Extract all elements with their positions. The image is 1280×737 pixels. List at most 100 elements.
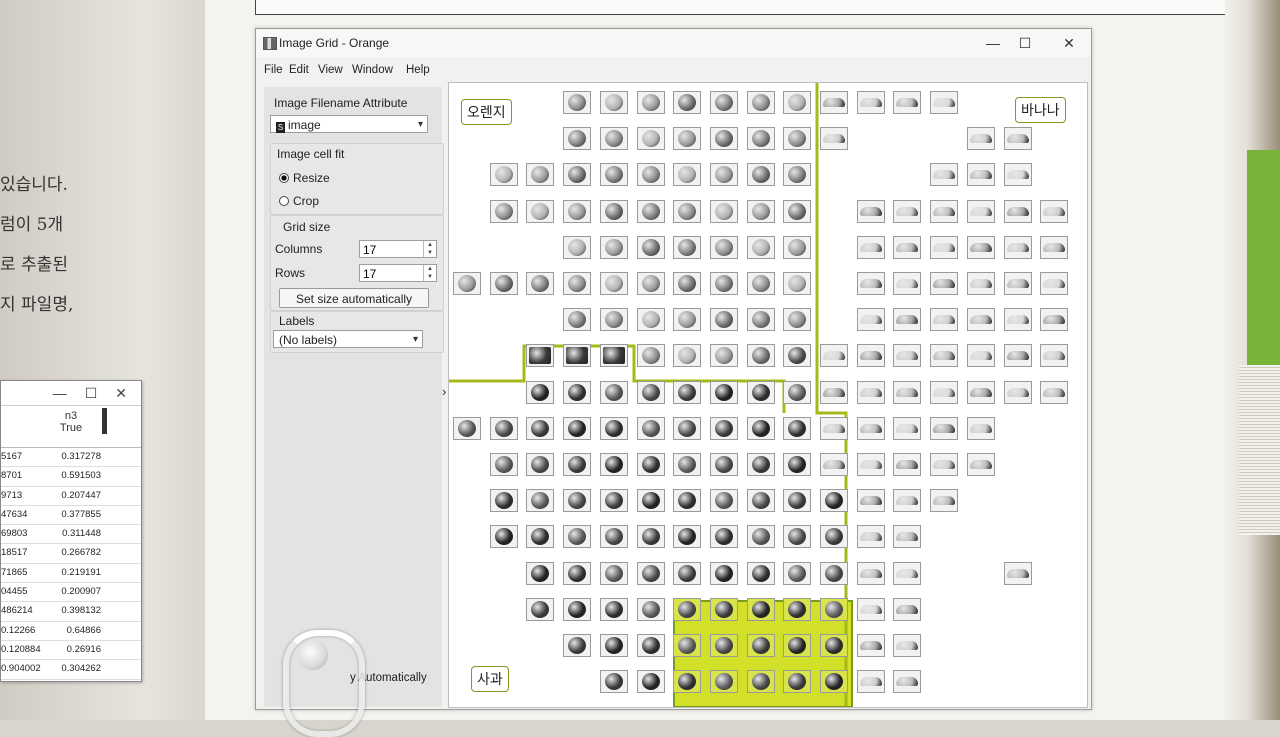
- image-thumbnail-orange[interactable]: [709, 308, 738, 332]
- image-thumbnail-apple[interactable]: [526, 597, 555, 621]
- image-thumbnail-apple[interactable]: [820, 489, 848, 513]
- image-thumbnail-banana[interactable]: [893, 272, 922, 295]
- image-attribute-combo[interactable]: Simage ▾: [270, 115, 428, 133]
- image-thumbnail-apple[interactable]: [453, 416, 481, 440]
- image-thumbnail-orange[interactable]: [599, 199, 628, 223]
- maximize-icon[interactable]: ☐: [85, 385, 98, 402]
- image-thumbnail-banana[interactable]: [930, 416, 959, 440]
- image-thumbnail-banana[interactable]: [856, 670, 885, 694]
- image-thumbnail-apple[interactable]: [599, 489, 628, 513]
- image-thumbnail-apple[interactable]: [709, 561, 738, 585]
- minimize-icon[interactable]: —: [53, 385, 67, 401]
- image-thumbnail-orange[interactable]: [563, 127, 592, 151]
- image-thumbnail-orange[interactable]: [636, 127, 665, 151]
- image-thumbnail-apple[interactable]: [673, 416, 702, 440]
- image-thumbnail-orange[interactable]: [563, 91, 592, 114]
- image-thumbnail-apple[interactable]: [783, 416, 812, 440]
- image-thumbnail-orange[interactable]: [746, 127, 775, 151]
- image-thumbnail-orange[interactable]: [489, 163, 518, 187]
- image-thumbnail-apple[interactable]: [563, 453, 592, 476]
- spin-arrows-icon[interactable]: ▲ ▼: [423, 241, 436, 257]
- image-thumbnail-banana[interactable]: [856, 308, 885, 332]
- image-thumbnail-banana[interactable]: [930, 235, 959, 259]
- image-thumbnail-banana[interactable]: [893, 561, 922, 585]
- image-thumbnail-orange[interactable]: [673, 308, 702, 332]
- image-thumbnail-banana[interactable]: [1003, 380, 1032, 404]
- image-thumbnail-banana[interactable]: [820, 453, 848, 476]
- image-thumbnail-orange[interactable]: [709, 163, 738, 187]
- minimize-button[interactable]: —: [978, 32, 1008, 54]
- image-thumbnail-banana[interactable]: [930, 308, 959, 332]
- image-thumbnail-banana[interactable]: [966, 344, 995, 368]
- spin-arrows-icon[interactable]: ▲ ▼: [423, 265, 436, 281]
- image-thumbnail-banana[interactable]: [820, 344, 848, 368]
- image-thumbnail-banana[interactable]: [966, 453, 995, 476]
- image-thumbnail-apple[interactable]: [636, 597, 665, 621]
- image-thumbnail-banana[interactable]: [966, 127, 995, 151]
- menu-view[interactable]: View: [318, 64, 343, 76]
- image-thumbnail-apple[interactable]: [783, 453, 812, 476]
- image-thumbnail-apple[interactable]: [489, 489, 518, 513]
- image-thumbnail-banana[interactable]: [856, 235, 885, 259]
- image-thumbnail-orange[interactable]: [783, 91, 812, 114]
- image-thumbnail-apple[interactable]: [746, 525, 775, 549]
- image-thumbnail-apple[interactable]: [526, 416, 555, 440]
- image-thumbnail-banana[interactable]: [856, 344, 885, 368]
- image-thumbnail-orange[interactable]: [783, 308, 812, 332]
- image-thumbnail-apple[interactable]: [673, 380, 702, 404]
- image-thumbnail-banana[interactable]: [966, 416, 995, 440]
- image-thumbnail-orange[interactable]: [636, 344, 665, 368]
- image-thumbnail-apple[interactable]: [636, 670, 665, 694]
- image-thumbnail-orange[interactable]: [783, 272, 812, 295]
- image-thumbnail-apple[interactable]: [599, 561, 628, 585]
- image-thumbnail-apple[interactable]: [563, 525, 592, 549]
- image-thumbnail-apple[interactable]: [563, 380, 592, 404]
- image-thumbnail-apple[interactable]: [746, 597, 775, 621]
- image-thumbnail-apple[interactable]: [709, 489, 738, 513]
- image-thumbnail-orange[interactable]: [709, 199, 738, 223]
- image-thumbnail-apple[interactable]: [746, 561, 775, 585]
- image-thumbnail-apple[interactable]: [709, 525, 738, 549]
- image-thumbnail-orange[interactable]: [599, 308, 628, 332]
- image-thumbnail-banana[interactable]: [930, 344, 959, 368]
- image-thumbnail-banana[interactable]: [856, 453, 885, 476]
- image-thumbnail-banana[interactable]: [856, 380, 885, 404]
- image-thumbnail-banana[interactable]: [966, 199, 995, 223]
- image-thumbnail-orange[interactable]: [746, 163, 775, 187]
- image-thumbnail-apple[interactable]: [636, 561, 665, 585]
- image-thumbnail-dark[interactable]: [563, 344, 592, 368]
- image-thumbnail-apple[interactable]: [783, 344, 812, 368]
- image-thumbnail-orange[interactable]: [746, 91, 775, 114]
- image-thumbnail-banana[interactable]: [966, 163, 995, 187]
- image-thumbnail-apple[interactable]: [746, 489, 775, 513]
- image-thumbnail-orange[interactable]: [783, 127, 812, 151]
- image-thumbnail-apple[interactable]: [673, 597, 702, 621]
- image-thumbnail-apple[interactable]: [820, 525, 848, 549]
- image-thumbnail-orange[interactable]: [746, 308, 775, 332]
- image-thumbnail-apple[interactable]: [673, 561, 702, 585]
- image-thumbnail-dark[interactable]: [599, 344, 628, 368]
- image-thumbnail-banana[interactable]: [856, 597, 885, 621]
- image-thumbnail-orange[interactable]: [673, 127, 702, 151]
- image-thumbnail-apple[interactable]: [673, 453, 702, 476]
- image-thumbnail-orange[interactable]: [489, 272, 518, 295]
- image-thumbnail-orange[interactable]: [709, 127, 738, 151]
- image-thumbnail-apple[interactable]: [599, 597, 628, 621]
- image-thumbnail-orange[interactable]: [526, 272, 555, 295]
- image-thumbnail-orange[interactable]: [526, 163, 555, 187]
- radio-resize[interactable]: Resize: [279, 171, 330, 185]
- image-thumbnail-banana[interactable]: [1003, 127, 1032, 151]
- image-thumbnail-orange[interactable]: [636, 235, 665, 259]
- menu-edit[interactable]: Edit: [289, 64, 309, 76]
- image-thumbnail-orange[interactable]: [783, 199, 812, 223]
- image-thumbnail-orange[interactable]: [636, 163, 665, 187]
- image-thumbnail-apple[interactable]: [746, 380, 775, 404]
- image-thumbnail-banana[interactable]: [1003, 272, 1032, 295]
- close-icon[interactable]: ✕: [115, 385, 127, 402]
- image-thumbnail-banana[interactable]: [966, 308, 995, 332]
- image-thumbnail-banana[interactable]: [893, 597, 922, 621]
- image-thumbnail-orange[interactable]: [709, 272, 738, 295]
- image-thumbnail-banana[interactable]: [1003, 561, 1032, 585]
- image-thumbnail-apple[interactable]: [599, 453, 628, 476]
- image-thumbnail-banana[interactable]: [893, 91, 922, 114]
